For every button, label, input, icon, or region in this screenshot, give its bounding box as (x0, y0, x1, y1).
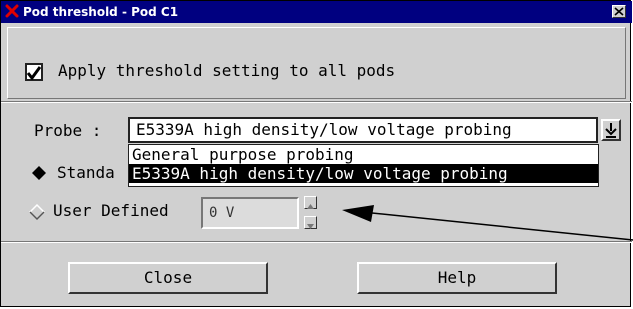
spin-down-icon (307, 224, 314, 229)
red-x-icon (5, 4, 19, 18)
dropdown-arrow-icon (605, 123, 617, 138)
probe-label: Probe : (34, 121, 102, 140)
user-threshold-input[interactable]: 0 V (201, 197, 299, 229)
close-button[interactable]: Close (68, 262, 268, 294)
probe-option-e5339a[interactable]: E5339A high density/low voltage probing (129, 164, 598, 183)
probe-option-general[interactable]: General purpose probing (129, 145, 598, 164)
user-defined-label: User Defined (53, 201, 169, 220)
title-bar[interactable]: Pod threshold - Pod C1 (1, 1, 632, 23)
spin-down-button[interactable] (304, 216, 317, 229)
standard-radio-label: Standa (57, 163, 115, 182)
check-mark-icon (26, 66, 42, 81)
pod-threshold-dialog: Pod threshold - Pod C1 Apply threshold s… (0, 0, 632, 307)
help-button[interactable]: Help (357, 262, 557, 294)
standard-radio[interactable] (31, 165, 47, 181)
divider (1, 101, 632, 103)
spin-up-button[interactable] (304, 196, 317, 209)
probe-dropdown-button[interactable] (601, 119, 621, 141)
divider (1, 241, 632, 243)
apply-all-pods-label: Apply threshold setting to all pods (58, 61, 396, 80)
user-defined-radio[interactable] (29, 204, 45, 220)
apply-all-pods-checkbox[interactable] (25, 63, 43, 81)
window-title: Pod threshold - Pod C1 (23, 5, 179, 19)
probe-dropdown-list: General purpose probing E5339A high dens… (128, 144, 599, 187)
spin-up-icon (307, 204, 314, 209)
probe-select[interactable]: E5339A high density/low voltage probing (128, 117, 598, 143)
close-icon (614, 7, 624, 16)
close-window-button[interactable] (612, 5, 626, 18)
